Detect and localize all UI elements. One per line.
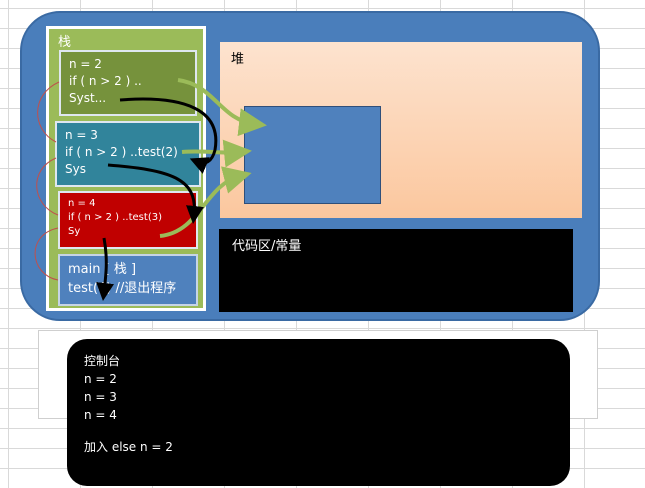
- console-note: 加入 else n = 2: [84, 440, 173, 454]
- frame-n2-if: if ( n > 2 ) ..: [69, 74, 142, 88]
- console-line: n = 2: [84, 372, 117, 386]
- frame-n4-print: Sy: [68, 226, 81, 237]
- frame-n3-var: n = 3: [65, 128, 98, 142]
- console-line: n = 3: [84, 390, 117, 404]
- stack-frame-main: main [ 栈 ] test(4) //退出程序: [58, 254, 198, 306]
- frame-n3-print: Sys: [65, 162, 86, 176]
- stack-frame-n3: n = 3 if ( n > 2 ) ..test(2) Sys: [55, 121, 201, 187]
- heap-title: 堆: [231, 52, 245, 67]
- heap-object: [244, 106, 381, 204]
- code-area-title: 代码区/常量: [232, 239, 302, 254]
- stack-frame-n4: n = 4 if ( n > 2 ) ..test(3) Sy: [58, 191, 198, 249]
- console-title: 控制台: [84, 354, 121, 368]
- frame-n4-var: n = 4: [68, 198, 96, 209]
- frame-n4-if: if ( n > 2 ) ..test(3): [68, 212, 162, 223]
- stack-frame-n2: n = 2 if ( n > 2 ) .. Syst...: [59, 50, 197, 116]
- frame-n2-print: Syst...: [69, 91, 107, 105]
- frame-main-title: main [ 栈 ]: [68, 262, 137, 277]
- frame-n2-var: n = 2: [69, 57, 102, 71]
- frame-n3-if: if ( n > 2 ) ..test(2): [65, 145, 178, 159]
- stack-title: 栈: [58, 35, 72, 50]
- frame-main-call: test(4) //退出程序: [68, 281, 177, 296]
- console-line: n = 4: [84, 408, 117, 422]
- console-output: 控制台 n = 2 n = 3 n = 4 加入 else n = 2: [84, 352, 173, 456]
